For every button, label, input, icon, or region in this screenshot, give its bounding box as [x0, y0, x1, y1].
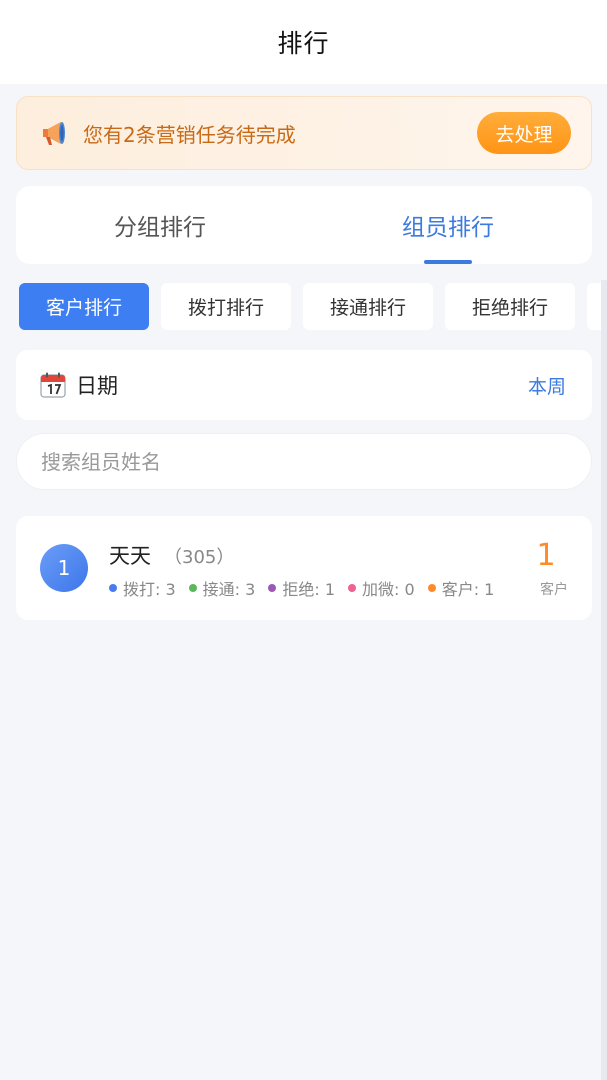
stat-label: 接通: 3	[202, 580, 256, 599]
stat-label: 客户: 1	[441, 580, 495, 599]
chip-customer-ranking[interactable]: 客户排行	[19, 283, 149, 330]
dot-icon	[109, 584, 117, 592]
top-bar: 排行	[0, 0, 607, 84]
date-label: 日期	[76, 374, 118, 398]
date-range-value[interactable]: 本周	[528, 372, 566, 399]
dot-icon	[188, 584, 197, 592]
date-filter[interactable]: 日期 本周	[16, 350, 592, 420]
calendar-icon	[40, 372, 66, 398]
tab-underline	[424, 260, 472, 264]
notice-text: 您有2条营销任务待完成	[83, 122, 296, 147]
tab-member-ranking[interactable]: 组员排行	[304, 186, 592, 264]
chip-reject-ranking[interactable]: 拒绝排行	[445, 283, 575, 330]
dot-icon	[268, 584, 277, 592]
stat-reject: 拒绝: 1	[268, 576, 335, 600]
stat-customer: 客户: 1	[427, 576, 495, 600]
stat-connect: 接通: 3	[188, 576, 256, 600]
stat-label: 加微: 0	[362, 580, 415, 599]
page-title: 排行	[277, 29, 330, 58]
chip-connect-ranking[interactable]: 接通排行	[303, 283, 433, 330]
task-notice-banner[interactable]: 您有2条营销任务待完成 去处理	[16, 96, 592, 170]
stat-label: 拨打: 3	[123, 580, 176, 599]
rank-badge: 1	[40, 544, 88, 592]
dot-icon	[427, 584, 436, 592]
tab-label: 分组排行	[114, 215, 206, 241]
tab-label: 组员排行	[402, 215, 494, 241]
search-input[interactable]	[41, 449, 561, 474]
megaphone-icon	[43, 122, 65, 145]
ranking-page: 排行 您有2条营销任务待完成 去处理 分组排行 组员排行 客户排行 拨打排行 接通排…	[0, 0, 607, 1080]
member-id: （305）	[164, 547, 235, 568]
ranking-type-chips: 客户排行 拨打排行 接通排行 拒绝排行	[19, 283, 607, 331]
stat-dial: 拨打: 3	[109, 576, 176, 600]
score-value: 1	[536, 538, 556, 573]
stat-wechat: 加微: 0	[348, 576, 415, 600]
ranking-item[interactable]: 1 天天 （305） 拨打: 3 接通: 3 拒绝: 1 加微: 0 客户: 1…	[16, 516, 592, 620]
scrollbar[interactable]	[601, 280, 607, 1080]
ranking-tabs: 分组排行 组员排行	[16, 186, 592, 264]
member-search	[16, 433, 592, 490]
stat-label: 拒绝: 1	[282, 580, 336, 599]
member-name: 天天	[109, 544, 151, 568]
dot-icon	[348, 584, 357, 592]
tab-group-ranking[interactable]: 分组排行	[16, 186, 304, 264]
process-button[interactable]: 去处理	[477, 112, 571, 154]
chip-dial-ranking[interactable]: 拨打排行	[161, 283, 291, 330]
member-stats: 拨打: 3 接通: 3 拒绝: 1 加微: 0 客户: 1	[109, 576, 507, 600]
score-label: 客户	[540, 582, 568, 598]
